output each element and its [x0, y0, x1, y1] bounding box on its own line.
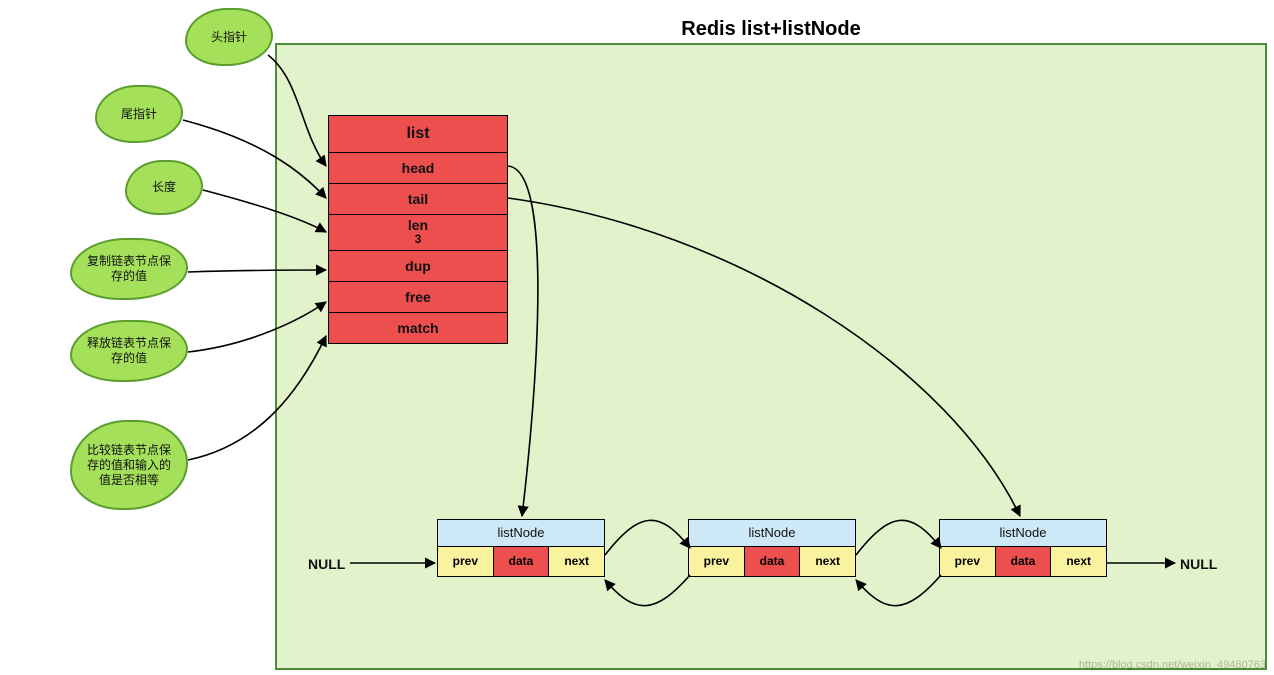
watermark: https://blog.csdn.net/weixin_49480763: [1079, 659, 1266, 671]
node-data: data: [494, 547, 549, 577]
len-label: len: [408, 217, 428, 233]
len-value: 3: [329, 233, 507, 246]
list-node-1: listNode prev data next: [437, 519, 605, 577]
list-struct: list head tail len 3 dup free match: [328, 115, 508, 344]
list-node-3: listNode prev data next: [939, 519, 1107, 577]
list-node-2: listNode prev data next: [688, 519, 856, 577]
cloud-tail-pointer: 尾指针: [95, 85, 183, 143]
node-header: listNode: [939, 519, 1107, 547]
node-prev: prev: [939, 547, 996, 577]
node-data: data: [996, 547, 1051, 577]
struct-row-dup: dup: [329, 251, 507, 282]
node-header: listNode: [437, 519, 605, 547]
node-prev: prev: [688, 547, 745, 577]
node-next: next: [548, 547, 605, 577]
struct-row-head: head: [329, 153, 507, 184]
node-prev: prev: [437, 547, 494, 577]
node-header: listNode: [688, 519, 856, 547]
node-next: next: [799, 547, 856, 577]
struct-header: list: [329, 116, 507, 153]
cloud-length: 长度: [125, 160, 203, 215]
struct-row-free: free: [329, 282, 507, 313]
node-data: data: [745, 547, 800, 577]
cloud-match-desc: 比较链表节点保存的值和输入的值是否相等: [70, 420, 188, 510]
cloud-free-desc: 释放链表节点保存的值: [70, 320, 188, 382]
diagram-title: Redis list+listNode: [275, 18, 1267, 41]
null-right: NULL: [1180, 556, 1217, 572]
null-left: NULL: [308, 556, 345, 572]
struct-row-match: match: [329, 313, 507, 343]
struct-row-tail: tail: [329, 184, 507, 215]
struct-row-len: len 3: [329, 215, 507, 251]
cloud-head-pointer: 头指针: [185, 8, 273, 66]
node-next: next: [1050, 547, 1107, 577]
cloud-dup-desc: 复制链表节点保存的值: [70, 238, 188, 300]
